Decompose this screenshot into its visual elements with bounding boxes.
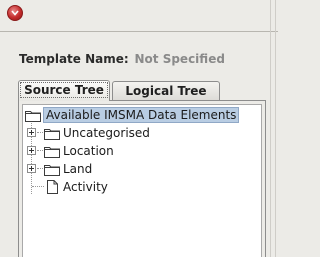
folder-icon <box>25 111 41 122</box>
folder-icon <box>44 147 60 158</box>
expand-icon[interactable] <box>27 128 36 137</box>
tree-node-label: Uncategorised <box>63 126 150 140</box>
tab-logical-tree[interactable]: Logical Tree <box>112 81 220 100</box>
tree-node-label: Activity <box>63 180 108 194</box>
template-name-label: Template Name: <box>19 52 129 66</box>
tab-source-tree-label: Source Tree <box>20 82 108 98</box>
template-name-value: Not Specified <box>134 52 225 66</box>
expand-icon[interactable] <box>27 146 36 155</box>
folder-icon <box>44 129 60 140</box>
tab-source-tree[interactable]: Source Tree <box>18 80 110 101</box>
header-divider <box>0 31 278 32</box>
tree-connector <box>37 132 43 133</box>
tree-connector <box>37 150 43 151</box>
tree-root-label: Available IMSMA Data Elements <box>43 107 240 123</box>
template-name-row: Template Name: Not Specified <box>19 52 225 68</box>
tab-logical-tree-label: Logical Tree <box>125 84 207 98</box>
tree-connector <box>32 186 44 187</box>
title-strip <box>0 0 278 28</box>
chevron-down-icon[interactable] <box>7 5 23 21</box>
right-border <box>270 0 271 257</box>
tab-content-panel: Available IMSMA Data Elements Uncategori… <box>18 100 266 257</box>
tree-connector <box>37 168 43 169</box>
right-border-outer <box>275 0 276 257</box>
expand-icon[interactable] <box>27 164 36 173</box>
tree-node-label: Land <box>63 162 93 176</box>
folder-icon <box>44 165 60 176</box>
tree-node-label: Location <box>63 144 114 158</box>
source-tree[interactable]: Available IMSMA Data Elements Uncategori… <box>22 104 262 257</box>
app-window: Template Name: Not Specified Source Tree… <box>0 0 278 257</box>
document-icon <box>47 180 58 194</box>
